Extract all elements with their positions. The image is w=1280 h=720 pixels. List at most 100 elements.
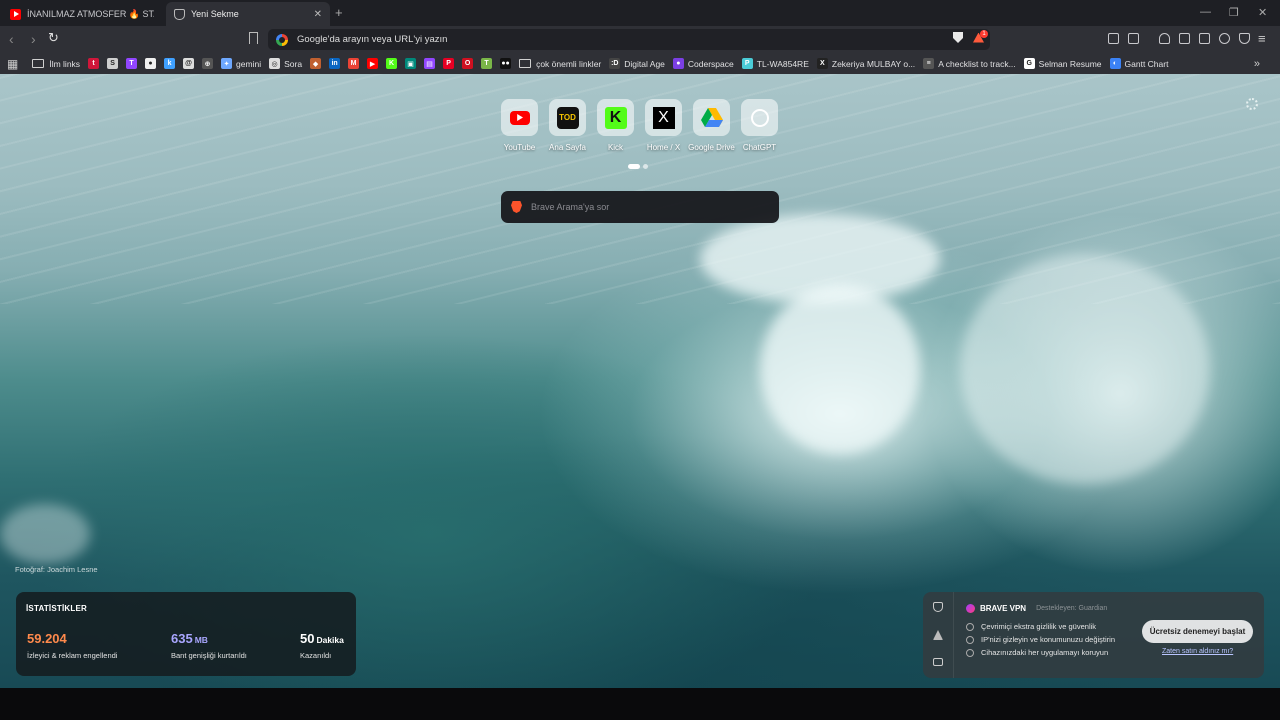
new-tab-button[interactable]: + bbox=[335, 5, 343, 20]
vpn-shield-icon[interactable] bbox=[933, 602, 943, 612]
bookmark-item[interactable]: ▤ bbox=[424, 58, 436, 69]
gemini-icon: ✦ bbox=[221, 58, 233, 69]
sora-icon: ◎ bbox=[269, 58, 281, 69]
top-site-kick[interactable]: K Kick bbox=[596, 99, 635, 152]
brave-vpn-icon bbox=[966, 604, 975, 613]
bookmark-item[interactable]: ●● bbox=[500, 58, 512, 69]
digital-age-icon: :D bbox=[609, 58, 621, 69]
bookmark-item[interactable]: ◐ Gantt Chart bbox=[1109, 58, 1168, 69]
stat-value: 59.204 bbox=[27, 631, 67, 646]
bookmark-item[interactable]: T bbox=[481, 58, 493, 69]
bookmark-item[interactable]: K bbox=[386, 58, 398, 69]
x-icon: X bbox=[652, 106, 675, 129]
taskbar-area bbox=[0, 688, 1280, 720]
bookmark-item[interactable]: ◆ bbox=[310, 58, 322, 69]
wallet-icon[interactable] bbox=[1199, 33, 1210, 44]
vpn-icon[interactable] bbox=[1239, 33, 1250, 44]
close-tab-icon[interactable]: ✕ bbox=[314, 9, 322, 20]
top-site-x[interactable]: X Home / X bbox=[644, 99, 683, 152]
bookmark-label: İlm links bbox=[49, 58, 81, 69]
screenshot-icon[interactable] bbox=[1128, 33, 1139, 44]
bookmark-item[interactable]: :D Digital Age bbox=[609, 58, 665, 69]
top-site-ana-sayfa[interactable]: TOD Ana Sayfa bbox=[548, 99, 587, 152]
back-icon[interactable]: ‹ bbox=[9, 31, 14, 47]
menu-icon[interactable]: ≡ bbox=[1258, 31, 1266, 46]
search-box[interactable]: Brave Arama'ya sor bbox=[501, 191, 779, 223]
bookmark-label: çok önemli linkler bbox=[536, 58, 602, 69]
vpn-widget: BRAVE VPN Destekleyen: Guardian Çevrimiç… bbox=[923, 592, 1264, 678]
bookmark-item[interactable]: X Zekeriya MULBAY o... bbox=[816, 58, 916, 69]
bookmark-item[interactable]: S bbox=[107, 58, 119, 69]
bookmark-item[interactable]: ✦ gemini bbox=[221, 58, 261, 69]
bookmark-item[interactable]: ▶ bbox=[367, 58, 379, 69]
google-drive-tile bbox=[693, 99, 730, 136]
reload-icon[interactable]: ↻ bbox=[48, 30, 59, 46]
tab-youtube[interactable]: İNANILMAZ ATMOSFER 🔥 STADYUM bbox=[2, 2, 162, 26]
bookmark-item[interactable]: ◎ Sora bbox=[269, 58, 302, 69]
bookmark-item[interactable]: O bbox=[462, 58, 474, 69]
top-site-google-drive[interactable]: Google Drive bbox=[688, 99, 735, 152]
vpn-title-text: BRAVE VPN bbox=[980, 604, 1027, 613]
bookmark-item[interactable]: in bbox=[329, 58, 341, 69]
bookmark-item[interactable]: ● bbox=[145, 58, 157, 69]
top-sites-pagination bbox=[628, 164, 648, 169]
address-bar[interactable]: Google'da arayın veya URL'yi yazın bbox=[268, 29, 990, 50]
bookmark-label: Sora bbox=[284, 58, 303, 69]
bookmark-label: Zekeriya MULBAY o... bbox=[831, 58, 916, 69]
bookmark-item[interactable]: T bbox=[126, 58, 138, 69]
apps-grid-icon[interactable]: ▦ bbox=[7, 57, 18, 71]
tab-new-tab[interactable]: Yeni Sekme ✕ bbox=[166, 2, 330, 26]
top-site-label: Home / X bbox=[646, 143, 681, 152]
ai-icon: ⊕ bbox=[202, 58, 214, 69]
gantt-icon: ◐ bbox=[1109, 58, 1121, 69]
bookmark-item[interactable]: t bbox=[88, 58, 100, 69]
restore-icon[interactable]: ❐ bbox=[1229, 6, 1239, 19]
wave-foam bbox=[760, 284, 920, 454]
chatgpt-icon bbox=[750, 108, 769, 127]
top-site-label: YouTube bbox=[503, 143, 536, 152]
already-purchased-link[interactable]: Zaten satın aldınız mı? bbox=[1162, 648, 1233, 655]
customize-gear-icon[interactable] bbox=[1246, 98, 1258, 110]
vpn-feature: Cihazınızdaki her uygulamayı koruyun bbox=[966, 648, 1108, 657]
bookmarks-bar: ▦ İlm links t S T ● k @ ⊕ ✦ gemini ◎ Sora ◆ in M ▶ K ▣ ▤ P O T… bbox=[0, 53, 1280, 74]
bookmark-item[interactable]: İlm links bbox=[32, 59, 80, 69]
bookmark-item[interactable]: ● Coderspace bbox=[672, 58, 734, 69]
tumblr-icon: t bbox=[88, 58, 100, 69]
talk-camera-icon[interactable] bbox=[933, 658, 943, 666]
extensions-icon[interactable] bbox=[1108, 33, 1119, 44]
more-bookmarks-icon[interactable]: » bbox=[1254, 58, 1260, 70]
start-trial-button[interactable]: Ücretsiz denemeyi başlat bbox=[1142, 620, 1253, 643]
top-site-chatgpt[interactable]: ChatGPT bbox=[740, 99, 779, 152]
bookmark-label: Selman Resume bbox=[1038, 58, 1102, 69]
brave-shields-icon[interactable] bbox=[953, 32, 963, 43]
rewards-triangle-icon[interactable] bbox=[933, 630, 943, 640]
photo-credit[interactable]: Fotoğraf: Joachim Lesne bbox=[15, 565, 98, 574]
stat-label: Kazanıldı bbox=[300, 651, 332, 660]
bookmark-item[interactable]: çok önemli linkler bbox=[519, 59, 601, 69]
bookmark-item[interactable]: ▣ bbox=[405, 58, 417, 69]
sidebar-icon[interactable] bbox=[1179, 33, 1190, 44]
youtube-tile bbox=[501, 99, 538, 136]
page-dot[interactable] bbox=[643, 164, 648, 169]
kick-icon: K bbox=[604, 106, 627, 129]
bookmark-page-icon[interactable] bbox=[249, 32, 258, 44]
bookmark-item[interactable]: k bbox=[164, 58, 176, 69]
bookmark-item[interactable]: G Selman Resume bbox=[1023, 58, 1102, 69]
media-icon[interactable] bbox=[1159, 33, 1170, 44]
bookmark-item[interactable]: P TL-WA854RE bbox=[741, 58, 809, 69]
window-close-icon[interactable]: ✕ bbox=[1258, 6, 1267, 19]
top-site-youtube[interactable]: YouTube bbox=[500, 99, 539, 152]
x-tile: X bbox=[645, 99, 682, 136]
top-sites: YouTube TOD Ana Sayfa K Kick X Home / X bbox=[500, 99, 779, 152]
pinterest-icon: P bbox=[443, 58, 455, 69]
bookmark-item[interactable]: P bbox=[443, 58, 455, 69]
minimize-icon[interactable]: — bbox=[1200, 6, 1211, 18]
leo-ai-icon[interactable] bbox=[1219, 33, 1230, 44]
bookmark-item[interactable]: ⊕ bbox=[202, 58, 214, 69]
bookmark-item[interactable]: ≡ A checklist to track... bbox=[923, 58, 1016, 69]
forward-icon[interactable]: › bbox=[31, 31, 36, 47]
page-dot[interactable] bbox=[628, 164, 640, 169]
bookmark-item[interactable]: M bbox=[348, 58, 360, 69]
vpn-feature: IP'nizi gizleyin ve konumunuzu değiştiri… bbox=[966, 635, 1115, 644]
bookmark-item[interactable]: @ bbox=[183, 58, 195, 69]
